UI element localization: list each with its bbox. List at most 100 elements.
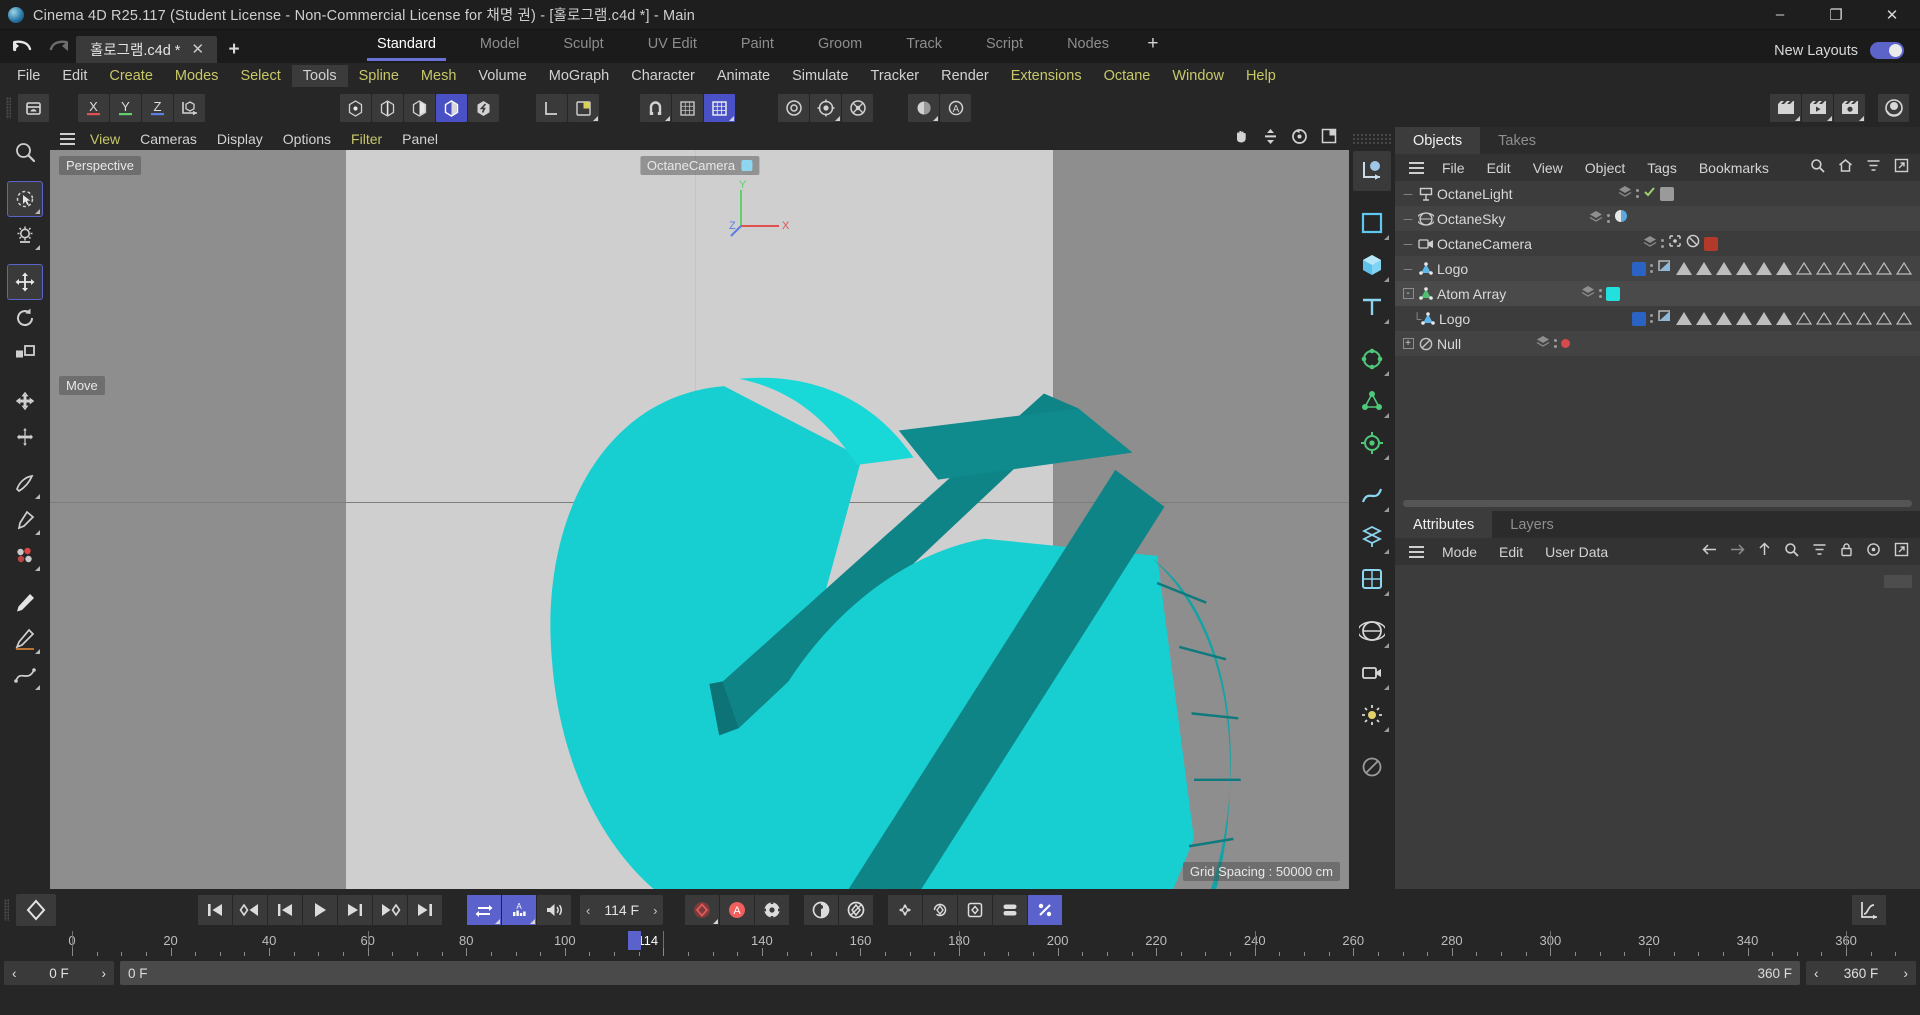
phong-tag-icon[interactable] bbox=[1657, 259, 1672, 278]
render-settings-icon[interactable] bbox=[842, 94, 873, 122]
prev-arrow[interactable]: ‹ bbox=[12, 966, 17, 981]
table-row[interactable]: ─ OctaneSky bbox=[1395, 206, 1920, 231]
material-sphere-icon[interactable]: A bbox=[940, 94, 971, 122]
lock-icon[interactable] bbox=[1840, 542, 1853, 562]
table-row[interactable]: ─ OctaneLight bbox=[1395, 181, 1920, 206]
magnet-snap-icon[interactable] bbox=[640, 94, 671, 122]
pen-icon[interactable] bbox=[8, 586, 42, 620]
tri-solid-icon[interactable] bbox=[1676, 312, 1692, 325]
tab-nodes[interactable]: Nodes bbox=[1045, 30, 1131, 63]
timeline-playhead[interactable] bbox=[627, 931, 641, 950]
viewmenu-options[interactable]: Options bbox=[273, 129, 341, 149]
record-active-icon[interactable] bbox=[685, 895, 720, 925]
tab-sculpt[interactable]: Sculpt bbox=[541, 30, 625, 63]
menu-file[interactable]: File bbox=[6, 65, 51, 87]
redo-icon[interactable] bbox=[48, 36, 70, 58]
object-list-scrollbar[interactable] bbox=[1403, 500, 1912, 507]
tri-open-icon[interactable] bbox=[1796, 312, 1812, 325]
step-back-icon[interactable] bbox=[268, 895, 302, 925]
popout-icon[interactable] bbox=[1894, 542, 1909, 562]
light-object-icon[interactable] bbox=[1353, 695, 1391, 735]
layer-icon[interactable] bbox=[1581, 284, 1595, 303]
dots-icon[interactable] bbox=[1636, 189, 1639, 198]
tri-open-icon[interactable] bbox=[1816, 262, 1832, 275]
layer-icon[interactable] bbox=[1618, 184, 1632, 203]
toolbar-grip[interactable] bbox=[6, 95, 18, 121]
menu-create[interactable]: Create bbox=[98, 65, 164, 87]
tri-open-icon[interactable] bbox=[1896, 262, 1912, 275]
om-menu-edit[interactable]: Edit bbox=[1476, 158, 1522, 178]
world-object-axis-icon[interactable] bbox=[174, 94, 205, 122]
tab-attributes[interactable]: Attributes bbox=[1395, 511, 1493, 538]
rail-grip[interactable] bbox=[1352, 133, 1392, 146]
pla-icon[interactable] bbox=[1028, 895, 1063, 925]
table-row[interactable]: + Null bbox=[1395, 331, 1920, 356]
attribute-chip[interactable] bbox=[1884, 575, 1912, 588]
menu-volume[interactable]: Volume bbox=[467, 65, 537, 87]
tag-swatch[interactable] bbox=[1606, 286, 1620, 301]
current-frame-field[interactable]: ‹ 114 F › bbox=[580, 895, 664, 925]
viewmenu-display[interactable]: Display bbox=[207, 129, 273, 149]
dots-icon[interactable] bbox=[1554, 339, 1557, 348]
menu-window[interactable]: Window bbox=[1161, 65, 1235, 87]
om-menu-bookmarks[interactable]: Bookmarks bbox=[1688, 158, 1780, 178]
viewport-3d[interactable]: Perspective Move OctaneCamera Grid Spaci… bbox=[50, 150, 1349, 889]
deformer-bend-icon[interactable] bbox=[1353, 381, 1391, 421]
add-layout-button[interactable]: + bbox=[1131, 30, 1175, 63]
timeline-grip[interactable] bbox=[4, 897, 16, 923]
menu-octane[interactable]: Octane bbox=[1093, 65, 1162, 87]
viewmenu-filter[interactable]: Filter bbox=[341, 129, 392, 149]
viewmenu-view[interactable]: View bbox=[80, 129, 130, 149]
collapse-icon[interactable]: - bbox=[1402, 288, 1414, 299]
octane-render-icon[interactable] bbox=[1878, 94, 1909, 122]
render-view-icon[interactable] bbox=[778, 94, 809, 122]
tab-script[interactable]: Script bbox=[964, 30, 1045, 63]
close-button[interactable]: ✕ bbox=[1864, 0, 1920, 30]
timeline-curve-icon[interactable] bbox=[1852, 895, 1886, 925]
pan-hand-icon[interactable] bbox=[1233, 128, 1250, 150]
prev-arrow[interactable]: ‹ bbox=[1814, 966, 1819, 981]
tab-layers[interactable]: Layers bbox=[1492, 511, 1572, 538]
record-keyframe-icon[interactable] bbox=[16, 894, 56, 926]
tri-open-icon[interactable] bbox=[1876, 262, 1892, 275]
table-row[interactable]: ─ OctaneCamera bbox=[1395, 231, 1920, 256]
tri-solid-icon[interactable] bbox=[1756, 262, 1772, 275]
axis-move-icon[interactable] bbox=[8, 384, 42, 418]
tri-solid-icon[interactable] bbox=[1696, 262, 1712, 275]
viewport-solo-icon[interactable] bbox=[568, 94, 599, 122]
takes-settings-icon[interactable] bbox=[1834, 94, 1865, 122]
forbidden-icon[interactable] bbox=[1686, 234, 1700, 253]
tri-solid-icon[interactable] bbox=[1776, 312, 1792, 325]
menu-modes[interactable]: Modes bbox=[164, 65, 230, 87]
text-spline-icon[interactable] bbox=[1353, 287, 1391, 327]
menu-icon[interactable] bbox=[1401, 161, 1431, 174]
tri-open-icon[interactable] bbox=[1836, 262, 1852, 275]
tab-standard[interactable]: Standard bbox=[355, 30, 458, 63]
orbit-icon[interactable] bbox=[1291, 128, 1308, 150]
grid-snap-icon[interactable] bbox=[704, 94, 735, 122]
tri-solid-icon[interactable] bbox=[1736, 312, 1752, 325]
dots-icon[interactable] bbox=[1661, 239, 1664, 248]
content-browser-icon[interactable] bbox=[908, 94, 939, 122]
array-generator-icon[interactable] bbox=[1353, 517, 1391, 557]
axis-scale-icon[interactable] bbox=[8, 420, 42, 454]
table-row[interactable]: - Atom Array bbox=[1395, 281, 1920, 306]
field-linear-icon[interactable] bbox=[1353, 423, 1391, 463]
search-icon[interactable] bbox=[1810, 158, 1825, 178]
target-icon[interactable] bbox=[1668, 234, 1682, 253]
next-arrow[interactable]: › bbox=[1904, 966, 1909, 981]
null-object-icon[interactable] bbox=[1353, 747, 1391, 787]
step-forward-icon[interactable] bbox=[338, 895, 372, 925]
minimize-button[interactable]: – bbox=[1752, 0, 1808, 30]
tool-settings-icon[interactable] bbox=[8, 218, 42, 252]
back-arrow-icon[interactable] bbox=[1702, 543, 1717, 561]
autokeying-icon[interactable]: A bbox=[720, 895, 755, 925]
object-tags[interactable] bbox=[1581, 281, 1620, 306]
om-menu-object[interactable]: Object bbox=[1574, 158, 1636, 178]
tri-open-icon[interactable] bbox=[1816, 312, 1832, 325]
axis-center-icon[interactable] bbox=[536, 94, 567, 122]
tab-track[interactable]: Track bbox=[884, 30, 964, 63]
model-mode-icon[interactable] bbox=[436, 94, 467, 122]
tri-open-icon[interactable] bbox=[1856, 312, 1872, 325]
scale-tool-icon[interactable] bbox=[8, 337, 42, 371]
